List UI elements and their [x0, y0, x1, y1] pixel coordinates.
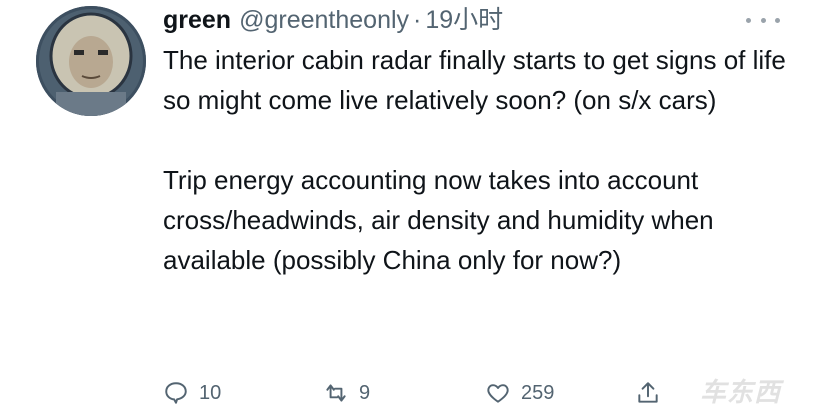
reply-count: 10 [199, 381, 222, 404]
reply-button[interactable]: 10 [163, 380, 221, 406]
avatar[interactable] [36, 6, 146, 116]
tweet-paragraph: The interior cabin radar finally starts … [163, 45, 786, 115]
like-count: 259 [521, 381, 555, 404]
like-icon [487, 384, 509, 403]
separator: · [413, 6, 422, 34]
user-handle[interactable]: @greentheonly [239, 6, 409, 35]
more-dot [760, 17, 766, 23]
retweet-button[interactable]: 9 [323, 380, 370, 406]
share-button[interactable] [635, 380, 671, 406]
reply-icon [165, 382, 187, 404]
avatar-image [36, 6, 146, 116]
tweet-text: The interior cabin radar finally starts … [163, 40, 803, 280]
retweet-count: 9 [359, 381, 371, 404]
tweet-header: green @greentheonly · 19小时 [163, 0, 503, 36]
watermark-logo: 车东西 [700, 377, 782, 407]
like-button[interactable]: 259 [485, 380, 554, 406]
user-name[interactable]: green [163, 6, 231, 35]
more-dot [775, 17, 780, 23]
tweet-paragraph: Trip energy accounting now takes into ac… [163, 165, 714, 275]
more-dot [746, 17, 751, 23]
share-icon [638, 382, 658, 403]
timestamp[interactable]: 19小时 [425, 0, 503, 36]
retweet-icon [326, 384, 346, 402]
more-icon[interactable] [746, 10, 780, 30]
